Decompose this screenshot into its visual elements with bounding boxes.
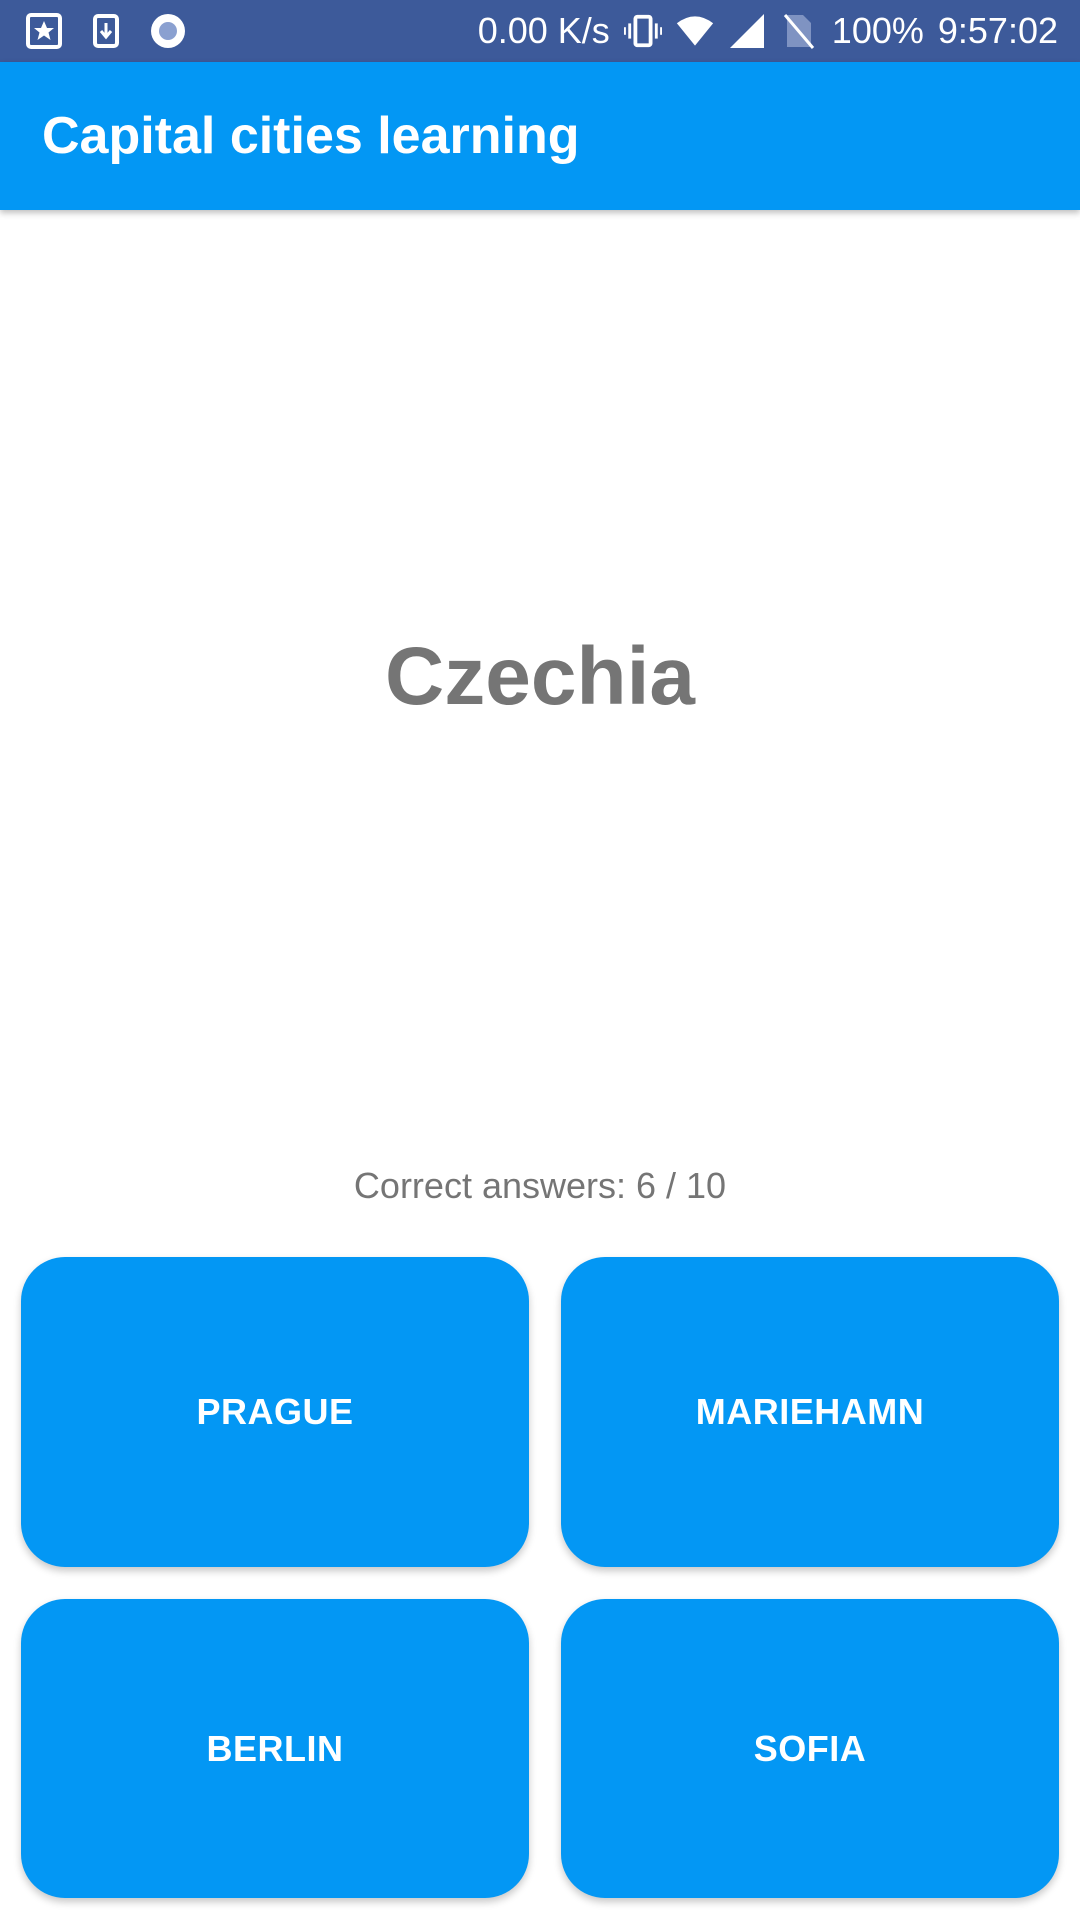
star-notification-icon [24, 11, 64, 51]
clock: 9:57:02 [937, 10, 1058, 51]
app-bar: Capital cities learning [0, 62, 1080, 210]
status-bar: 0.00 K/s 100% 9:57:02 [0, 0, 1080, 62]
status-bar-notifications [24, 0, 210, 62]
answer-button-3[interactable]: BERLIN [21, 1599, 529, 1898]
app-title: Capital cities learning [42, 107, 580, 165]
answer-button-label: SOFIA [753, 1727, 867, 1769]
answer-button-2[interactable]: MARIEHAMN [561, 1257, 1059, 1567]
cell-signal-icon [728, 12, 766, 50]
answer-button-4[interactable]: SOFIA [561, 1599, 1059, 1898]
score-text: Correct answers: 6 / 10 [353, 1165, 727, 1206]
status-bar-system: 0.00 K/s 100% 9:57:02 [464, 0, 1058, 62]
vibrate-icon [623, 12, 662, 50]
no-sim-icon [780, 12, 818, 50]
answer-button-label: MARIEHAMN [695, 1391, 925, 1432]
network-speed: 0.00 K/s [477, 10, 610, 51]
answer-button-label: BERLIN [206, 1727, 344, 1769]
answer-button-label: PRAGUE [196, 1391, 354, 1432]
answer-button-1[interactable]: PRAGUE [21, 1257, 529, 1567]
record-indicator-icon [148, 11, 188, 51]
battery-level: 100% [831, 10, 924, 51]
download-notification-icon [86, 11, 126, 51]
wifi-icon [676, 12, 714, 50]
country-name: Czechia [385, 631, 695, 722]
